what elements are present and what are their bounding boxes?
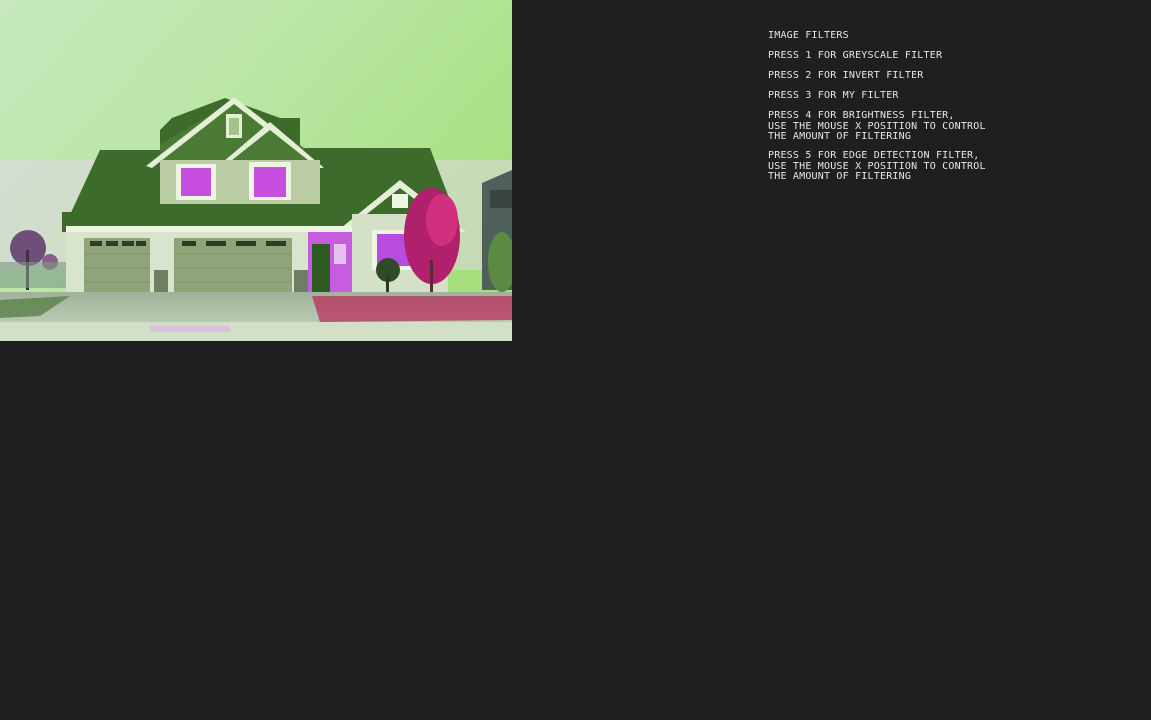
- instruction-line: THE AMOUNT OF FILTERING: [768, 171, 912, 182]
- instruction-line: PRESS 1 FOR GREYSCALE FILTER: [768, 50, 943, 61]
- panel-title: IMAGE FILTERS: [768, 30, 849, 41]
- instruction-line: PRESS 4 FOR BRIGHTNESS FILTER,: [768, 110, 955, 121]
- instruction-line: THE AMOUNT OF FILTERING: [768, 131, 912, 142]
- instruction-line: PRESS 5 FOR EDGE DETECTION FILTER,: [768, 150, 980, 161]
- instruction-line: PRESS 2 FOR INVERT FILTER: [768, 70, 924, 81]
- instruction-line: PRESS 3 FOR MY FILTER: [768, 90, 899, 101]
- image-filters-instructions: IMAGE FILTERS PRESS 1 FOR GREYSCALE FILT…: [768, 30, 1128, 191]
- filtered-house-image[interactable]: [0, 0, 512, 341]
- instruction-greyscale: PRESS 1 FOR GREYSCALE FILTER: [768, 50, 1128, 62]
- instruction-my-filter: PRESS 3 FOR MY FILTER: [768, 90, 1128, 102]
- house-photo: [0, 0, 512, 341]
- instruction-invert: PRESS 2 FOR INVERT FILTER: [768, 70, 1128, 82]
- instruction-brightness: PRESS 4 FOR BRIGHTNESS FILTER, USE THE M…: [768, 110, 1128, 143]
- instruction-edge-detection: PRESS 5 FOR EDGE DETECTION FILTER, USE T…: [768, 150, 1128, 183]
